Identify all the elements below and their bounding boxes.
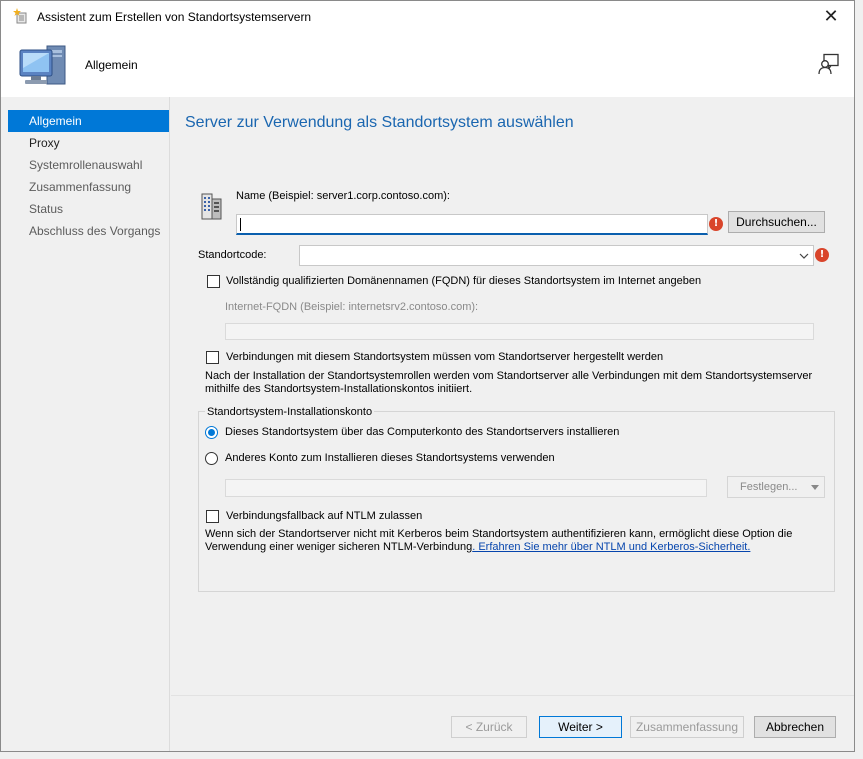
radio-other-account-label[interactable]: Anderes Konto zum Installieren dieses St… xyxy=(225,452,555,464)
site-code-label: Standortcode: xyxy=(198,249,267,261)
name-input[interactable] xyxy=(236,214,708,235)
sidebar-item-proxy[interactable]: Proxy xyxy=(8,132,169,154)
name-label: Name (Beispiel: server1.corp.contoso.com… xyxy=(236,190,450,202)
sidebar-item-zusammenfassung[interactable]: Zusammenfassung xyxy=(8,176,169,198)
fqdn-checkbox-label[interactable]: Vollständig qualifizierten Domänennamen … xyxy=(226,275,701,287)
ntlm-note: Wenn sich der Standortserver nicht mit K… xyxy=(205,528,830,554)
close-button[interactable]: ✕ xyxy=(808,1,854,32)
connections-checkbox-label[interactable]: Verbindungen mit diesem Standortsystem m… xyxy=(226,351,663,363)
dropdown-arrow-icon xyxy=(811,485,819,490)
radio-computer-account-label[interactable]: Dieses Standortsystem über das Computerk… xyxy=(225,426,619,438)
summary-button[interactable]: Zusammenfassung xyxy=(630,716,744,738)
title-bar: Assistent zum Erstellen von Standortsyst… xyxy=(1,1,854,32)
internet-fqdn-input[interactable] xyxy=(225,323,814,340)
wizard-content: Server zur Verwendung als Standortsystem… xyxy=(171,97,854,697)
footer-divider xyxy=(171,695,854,696)
internet-fqdn-label: Internet-FQDN (Beispiel: internetsrv2.co… xyxy=(225,301,479,313)
wizard-window: Assistent zum Erstellen von Standortsyst… xyxy=(0,0,855,752)
radio-other-account[interactable] xyxy=(205,452,218,465)
wizard-steps-sidebar: Allgemein Proxy Systemrollenauswahl Zusa… xyxy=(1,97,170,751)
install-account-group xyxy=(198,411,835,592)
error-icon: ! xyxy=(709,217,723,231)
site-code-select[interactable] xyxy=(299,245,814,266)
set-account-label: Festlegen... xyxy=(740,481,798,493)
next-button[interactable]: Weiter > xyxy=(539,716,622,738)
sidebar-item-abschluss[interactable]: Abschluss des Vorgangs xyxy=(8,220,169,242)
ntlm-checkbox[interactable] xyxy=(206,510,219,523)
set-account-dropdown[interactable]: Festlegen... xyxy=(727,476,825,498)
chevron-down-icon xyxy=(799,253,809,259)
error-icon: ! xyxy=(815,248,829,262)
install-account-group-title: Standortsystem-Installationskonto xyxy=(205,406,375,418)
wizard-header: Allgemein xyxy=(1,32,854,97)
text-caret xyxy=(240,218,241,231)
wizard-body: Allgemein Proxy Systemrollenauswahl Zusa… xyxy=(1,97,854,751)
account-input[interactable] xyxy=(225,479,707,497)
sidebar-item-allgemein[interactable]: Allgemein xyxy=(8,110,169,132)
computer-icon xyxy=(19,45,66,85)
background-window xyxy=(855,0,863,759)
background-window xyxy=(0,752,863,759)
page-title: Server zur Verwendung als Standortsystem… xyxy=(185,114,574,131)
wizard-star-icon xyxy=(13,8,27,24)
fqdn-checkbox[interactable] xyxy=(207,275,220,288)
ntlm-checkbox-label[interactable]: Verbindungsfallback auf NTLM zulassen xyxy=(226,510,422,522)
sidebar-item-systemrollenauswahl[interactable]: Systemrollenauswahl xyxy=(8,154,169,176)
sidebar-item-status[interactable]: Status xyxy=(8,198,169,220)
server-building-icon xyxy=(201,193,222,220)
header-title: Allgemein xyxy=(85,58,138,72)
connections-note: Nach der Installation der Standortsystem… xyxy=(205,370,813,395)
radio-computer-account[interactable] xyxy=(205,426,218,439)
back-button[interactable]: < Zurück xyxy=(451,716,527,738)
browse-button[interactable]: Durchsuchen... xyxy=(728,211,825,233)
connections-checkbox[interactable] xyxy=(206,351,219,364)
window-title: Assistent zum Erstellen von Standortsyst… xyxy=(37,10,312,24)
cancel-button[interactable]: Abbrechen xyxy=(754,716,836,738)
feedback-person-icon[interactable] xyxy=(818,53,840,75)
ntlm-kerberos-link[interactable]: . Erfahren Sie mehr über NTLM und Kerber… xyxy=(472,541,750,553)
